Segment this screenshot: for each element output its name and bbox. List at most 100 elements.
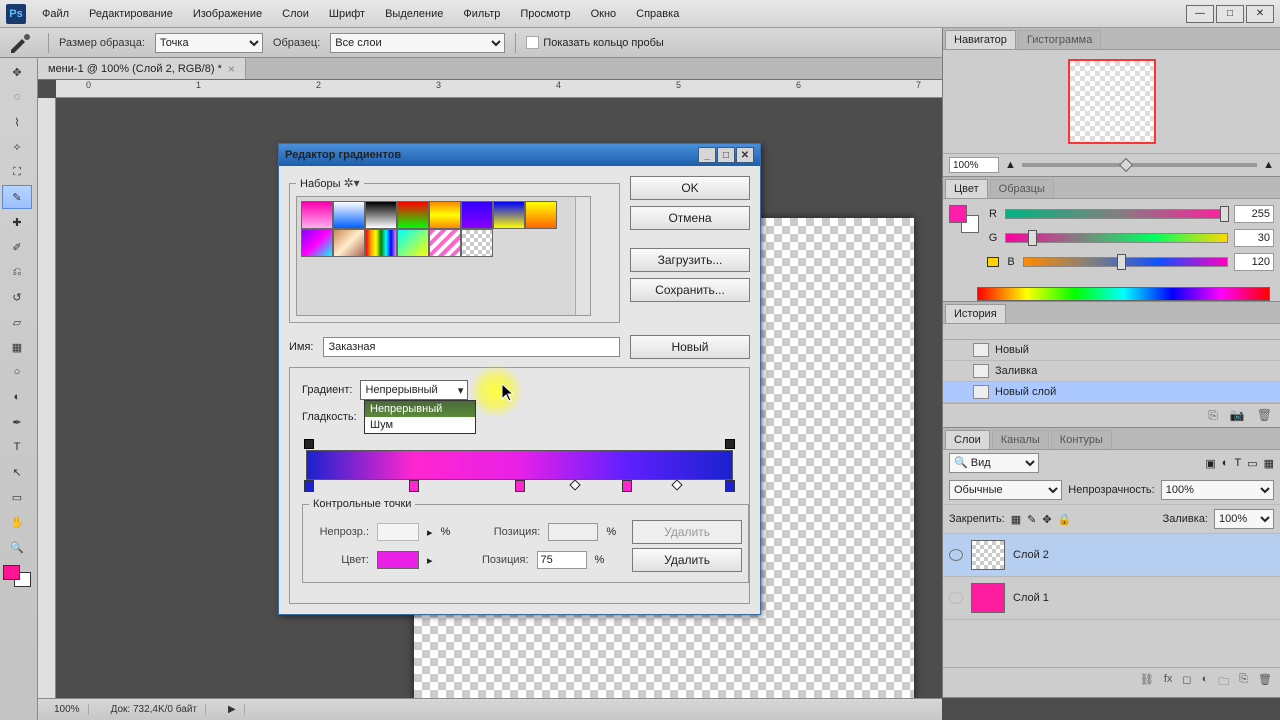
layer-name[interactable]: Слой 2 [1013,549,1049,561]
stop-color-box[interactable] [377,551,419,569]
visibility-icon[interactable] [949,549,963,561]
new-layer-icon[interactable]: ⎘ [1239,673,1248,692]
brush-tool[interactable]: ✐ [2,235,32,259]
move-tool[interactable]: ✥ [2,60,32,84]
dlg-max-icon[interactable]: □ [717,147,735,163]
navigator-thumb[interactable] [1068,59,1156,144]
color-stop[interactable] [304,480,314,492]
eraser-tool[interactable]: ▱ [2,310,32,334]
color-stop[interactable] [622,480,632,492]
stamp-tool[interactable]: ⎌ [2,260,32,284]
menu-filter[interactable]: Фильтр [455,4,508,24]
r-slider[interactable] [1005,209,1228,219]
tab-swatches[interactable]: Образцы [990,179,1054,198]
name-input[interactable] [323,337,620,357]
status-arrow[interactable]: ▶ [220,704,245,715]
show-ring-checkbox[interactable]: Показать кольцо пробы [526,36,664,49]
stop-color-arrow[interactable]: ▸ [427,554,433,567]
shape-tool[interactable]: ▭ [2,485,32,509]
lock-pixels-icon[interactable]: ▦ [1011,513,1021,526]
tab-paths[interactable]: Контуры [1051,430,1112,449]
opacity-stop[interactable] [304,439,314,449]
fx-icon[interactable]: fx [1164,673,1173,692]
color-swatch-panel[interactable] [949,205,979,233]
color-ramp[interactable] [977,287,1270,301]
color-stop[interactable] [725,480,735,492]
history-snapshot-icon[interactable]: 📷 [1230,408,1245,423]
opacity-stop[interactable] [725,439,735,449]
zoom-slider[interactable] [1022,163,1257,167]
b-slider[interactable] [1023,257,1228,267]
color-stop[interactable] [409,480,419,492]
load-button[interactable]: Загрузить... [630,248,750,272]
menu-window[interactable]: Окно [583,4,625,24]
preset-grid[interactable] [296,196,591,316]
dropdown-item-noise[interactable]: Шум [365,417,475,433]
zoom-in-icon[interactable]: ▲ [1263,159,1274,171]
maximize-button[interactable]: □ [1216,5,1244,23]
blur-tool[interactable]: ○ [2,360,32,384]
hand-tool[interactable]: ✋ [2,510,32,534]
filter-adj-icon[interactable]: ◐ [1222,457,1229,469]
opacity-select[interactable]: 100% [1161,480,1274,500]
status-zoom[interactable]: 100% [46,704,89,715]
delete-color-button[interactable]: Удалить [632,548,742,572]
presets-gear-icon[interactable]: ✲▾ [344,176,360,190]
g-slider[interactable] [1005,233,1228,243]
menu-help[interactable]: Справка [628,4,687,24]
trash-icon[interactable]: 🗑 [1258,673,1272,692]
close-tab-icon[interactable]: × [228,62,235,76]
tab-channels[interactable]: Каналы [992,430,1049,449]
dlg-close-icon[interactable]: ✕ [736,147,754,163]
history-item[interactable]: Новый [943,340,1280,361]
b-value[interactable] [1234,253,1274,271]
pen-tool[interactable]: ✒ [2,410,32,434]
new-button[interactable]: Новый [630,335,750,359]
color-swatch[interactable] [2,564,32,588]
crop-tool[interactable]: ⛶ [2,160,32,184]
menu-select[interactable]: Выделение [377,4,451,24]
lock-all-icon[interactable]: 🔒 [1058,513,1072,526]
path-tool[interactable]: ↖ [2,460,32,484]
heal-tool[interactable]: ✚ [2,210,32,234]
stop-pos2-input[interactable] [537,551,587,569]
save-button[interactable]: Сохранить... [630,278,750,302]
minimize-button[interactable]: — [1186,5,1214,23]
cancel-button[interactable]: Отмена [630,206,750,230]
tab-histogram[interactable]: Гистограмма [1018,30,1102,49]
lock-paint-icon[interactable]: ✎ [1027,513,1036,526]
layer-item[interactable]: Слой 2 [943,534,1280,577]
lock-move-icon[interactable]: ✥ [1042,513,1051,526]
midpoint[interactable] [671,479,682,490]
gradient-type-combo[interactable]: Непрерывный▾ [360,380,468,400]
history-new-doc-icon[interactable]: ⎘ [1208,408,1218,423]
color-stop[interactable] [515,480,525,492]
mask-icon[interactable]: ◻ [1182,673,1191,692]
blend-mode-select[interactable]: Обычные [949,480,1062,500]
layer-name[interactable]: Слой 1 [1013,592,1049,604]
dropdown-item-solid[interactable]: Непрерывный [365,401,475,417]
menu-layers[interactable]: Слои [274,4,317,24]
fill-select[interactable]: 100% [1214,509,1274,529]
gradient-tool[interactable]: ▦ [2,335,32,359]
layer-item[interactable]: Слой 1 [943,577,1280,620]
group-icon[interactable]: 🗀 [1218,673,1229,692]
layer-kind-select[interactable]: 🔍 Вид [949,453,1039,473]
doc-tab[interactable]: мени-1 @ 100% (Слой 2, RGB/8) *× [38,58,246,79]
tab-navigator[interactable]: Навигатор [945,30,1016,49]
menu-image[interactable]: Изображение [185,4,270,24]
dlg-min-icon[interactable]: _ [698,147,716,163]
sample-size-select[interactable]: Точка [155,33,263,53]
tab-color[interactable]: Цвет [945,179,988,198]
preset-scrollbar[interactable] [575,197,590,315]
link-icon[interactable]: ⛓ [1140,673,1154,692]
eyedropper-tool[interactable]: ✎ [2,185,32,209]
gradient-bar[interactable] [306,450,733,480]
menu-view[interactable]: Просмотр [512,4,578,24]
filter-img-icon[interactable]: ▣ [1205,457,1215,470]
layer-thumb[interactable] [971,583,1005,613]
filter-shape-icon[interactable]: ▭ [1247,457,1257,470]
wand-tool[interactable]: ✧ [2,135,32,159]
layer-thumb[interactable] [971,540,1005,570]
filter-smart-icon[interactable]: ▦ [1264,457,1274,470]
